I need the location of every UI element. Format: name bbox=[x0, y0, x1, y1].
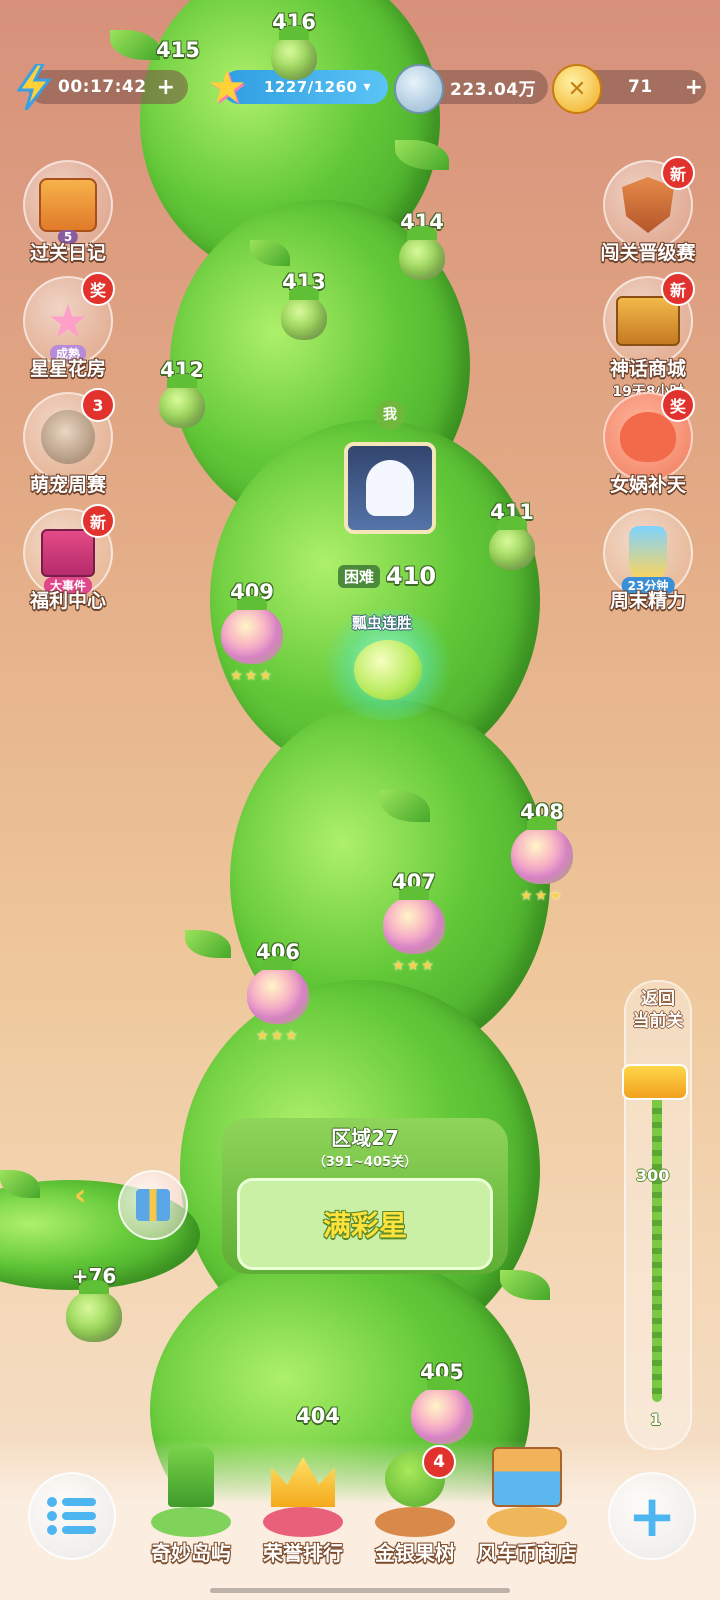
level-404[interactable]: 404 bbox=[278, 1404, 358, 1428]
plus-icon: + bbox=[627, 1482, 677, 1550]
star-flower-icon: ★ bbox=[47, 294, 89, 348]
region-range: （391~405关） bbox=[312, 1155, 418, 1170]
welfare-badge: 新 bbox=[81, 504, 115, 538]
level-413[interactable]: 413 bbox=[264, 270, 344, 340]
myth-shop-label: 神话商城 bbox=[609, 358, 686, 380]
level-408-stars: ★★★ bbox=[520, 888, 564, 904]
region-status-panel: 满彩星 bbox=[237, 1178, 493, 1270]
lightning-icon bbox=[14, 64, 54, 110]
list-icon bbox=[47, 1497, 96, 1535]
ghost-icon bbox=[366, 460, 414, 516]
level-409[interactable]: 409 ★★★ bbox=[212, 580, 292, 684]
welfare-label: 福利中心 bbox=[29, 590, 106, 612]
gift-box-icon bbox=[136, 1189, 170, 1221]
right-menu-nuwa[interactable]: 奖 女娲补天 bbox=[600, 388, 696, 497]
potion-bottle-icon bbox=[629, 526, 667, 580]
add-button[interactable]: + bbox=[608, 1472, 696, 1560]
home-indicator bbox=[210, 1588, 510, 1593]
energy-timer: 00:17:42 bbox=[58, 77, 147, 97]
back-arrow-icon[interactable]: ‹ bbox=[74, 1178, 86, 1213]
promotion-race-badge: 新 bbox=[661, 156, 695, 190]
diary-label: 过关日记 bbox=[29, 242, 106, 264]
player-avatar bbox=[344, 442, 436, 534]
level-406-stars: ★★★ bbox=[256, 1028, 300, 1044]
diary-icon bbox=[39, 178, 97, 232]
palm-tree-icon bbox=[168, 1447, 214, 1507]
level-408[interactable]: 408 ★★★ bbox=[502, 800, 582, 904]
star-progress: 1227/1260 bbox=[264, 78, 358, 96]
star-icon: ★ bbox=[207, 61, 247, 113]
gift-icon bbox=[41, 529, 95, 577]
promotion-race-label: 闯关晋级赛 bbox=[600, 242, 696, 264]
gold-coin-icon: ✕ bbox=[552, 64, 602, 114]
right-menu-promotion-race[interactable]: 新 闯关晋级赛 bbox=[600, 156, 696, 265]
weekend-energy-label: 周末精力 bbox=[609, 590, 686, 612]
level-414[interactable]: 414 bbox=[382, 210, 462, 280]
level-415[interactable]: 415 bbox=[138, 38, 218, 62]
nav-money-tree[interactable]: 金银果树 4 bbox=[360, 1445, 470, 1566]
fox-icon bbox=[620, 412, 676, 462]
ladybug-streak-tag: 瓢虫连胜 bbox=[352, 614, 413, 632]
left-menu-welfare[interactable]: 大事件 新 福利中心 bbox=[20, 504, 116, 613]
level-scroll-rail[interactable]: 返回 当前关 300 1 bbox=[622, 980, 692, 1450]
silver-amount: 223.04万 bbox=[450, 79, 537, 100]
level-412[interactable]: 412 bbox=[142, 358, 222, 428]
shop-icon bbox=[492, 1447, 562, 1507]
scroll-mark-300: 300 bbox=[636, 1166, 670, 1185]
left-menu-greenhouse[interactable]: ★ 成熟 奖 星星花房 bbox=[20, 272, 116, 381]
level-406[interactable]: 406 ★★★ bbox=[238, 940, 318, 1044]
pet-weekly-label: 萌宠周赛 bbox=[29, 474, 106, 496]
level-405[interactable]: 405 bbox=[402, 1360, 482, 1444]
me-tag: 我 bbox=[375, 400, 405, 430]
level-409-stars: ★★★ bbox=[230, 668, 274, 684]
scroll-mark-1: 1 bbox=[650, 1410, 662, 1429]
nav-honor-ranking[interactable]: 荣誉排行 bbox=[248, 1457, 358, 1566]
return-current-label[interactable]: 返回 当前关 bbox=[626, 988, 690, 1032]
crown-icon bbox=[271, 1457, 335, 1507]
right-menu-myth-shop[interactable]: 新 神话商城 19天8小时 bbox=[600, 272, 696, 401]
greenhouse-label: 星星花房 bbox=[29, 358, 106, 380]
left-menu-diary[interactable]: 5 过关日记 bbox=[20, 160, 116, 265]
silver-coin-icon bbox=[394, 64, 444, 114]
difficulty-tag: 困难 bbox=[338, 564, 381, 588]
nuwa-label: 女娲补天 bbox=[609, 474, 686, 496]
gold-add-icon[interactable]: + bbox=[685, 75, 703, 100]
region-status: 满彩星 bbox=[322, 1209, 407, 1242]
right-menu-weekend-energy[interactable]: 23分钟 周末精力 bbox=[600, 508, 696, 613]
level-411[interactable]: 411 bbox=[472, 500, 552, 570]
myth-shop-badge: 新 bbox=[661, 272, 695, 306]
current-fruit-body bbox=[354, 640, 422, 700]
nuwa-badge: 奖 bbox=[661, 388, 695, 422]
level-407-stars: ★★★ bbox=[392, 958, 436, 974]
energy-add-icon[interactable]: + bbox=[157, 75, 175, 100]
dropdown-arrow-icon[interactable]: ▾ bbox=[363, 79, 370, 95]
gift-bubble[interactable] bbox=[118, 1170, 188, 1240]
money-tree-badge: 4 bbox=[422, 1445, 456, 1479]
vine-track bbox=[652, 1072, 662, 1402]
nav-windmill-shop[interactable]: 风车币商店 bbox=[472, 1447, 582, 1566]
nav-wonder-island[interactable]: 奇妙岛屿 bbox=[136, 1447, 246, 1566]
scroll-handle[interactable] bbox=[622, 1064, 688, 1100]
level-407[interactable]: 407 ★★★ bbox=[374, 870, 454, 974]
level-416[interactable]: 416 bbox=[254, 10, 334, 80]
pet-weekly-badge: 3 bbox=[81, 388, 115, 422]
bonus-node[interactable]: +76 bbox=[54, 1264, 134, 1342]
gold-amount: 71 bbox=[628, 77, 653, 97]
menu-button[interactable] bbox=[28, 1472, 116, 1560]
greenhouse-badge: 奖 bbox=[81, 272, 115, 306]
current-level-marker[interactable]: 我 bbox=[320, 400, 460, 534]
region-title: 区域27 bbox=[331, 1126, 399, 1150]
current-level-number: 410 bbox=[386, 562, 437, 590]
region-sign[interactable]: 区域27 （391~405关） 满彩星 bbox=[222, 1118, 508, 1274]
left-menu-pet-weekly[interactable]: 3 萌宠周赛 bbox=[20, 388, 116, 497]
current-level-info: 困难 410 bbox=[338, 562, 436, 590]
